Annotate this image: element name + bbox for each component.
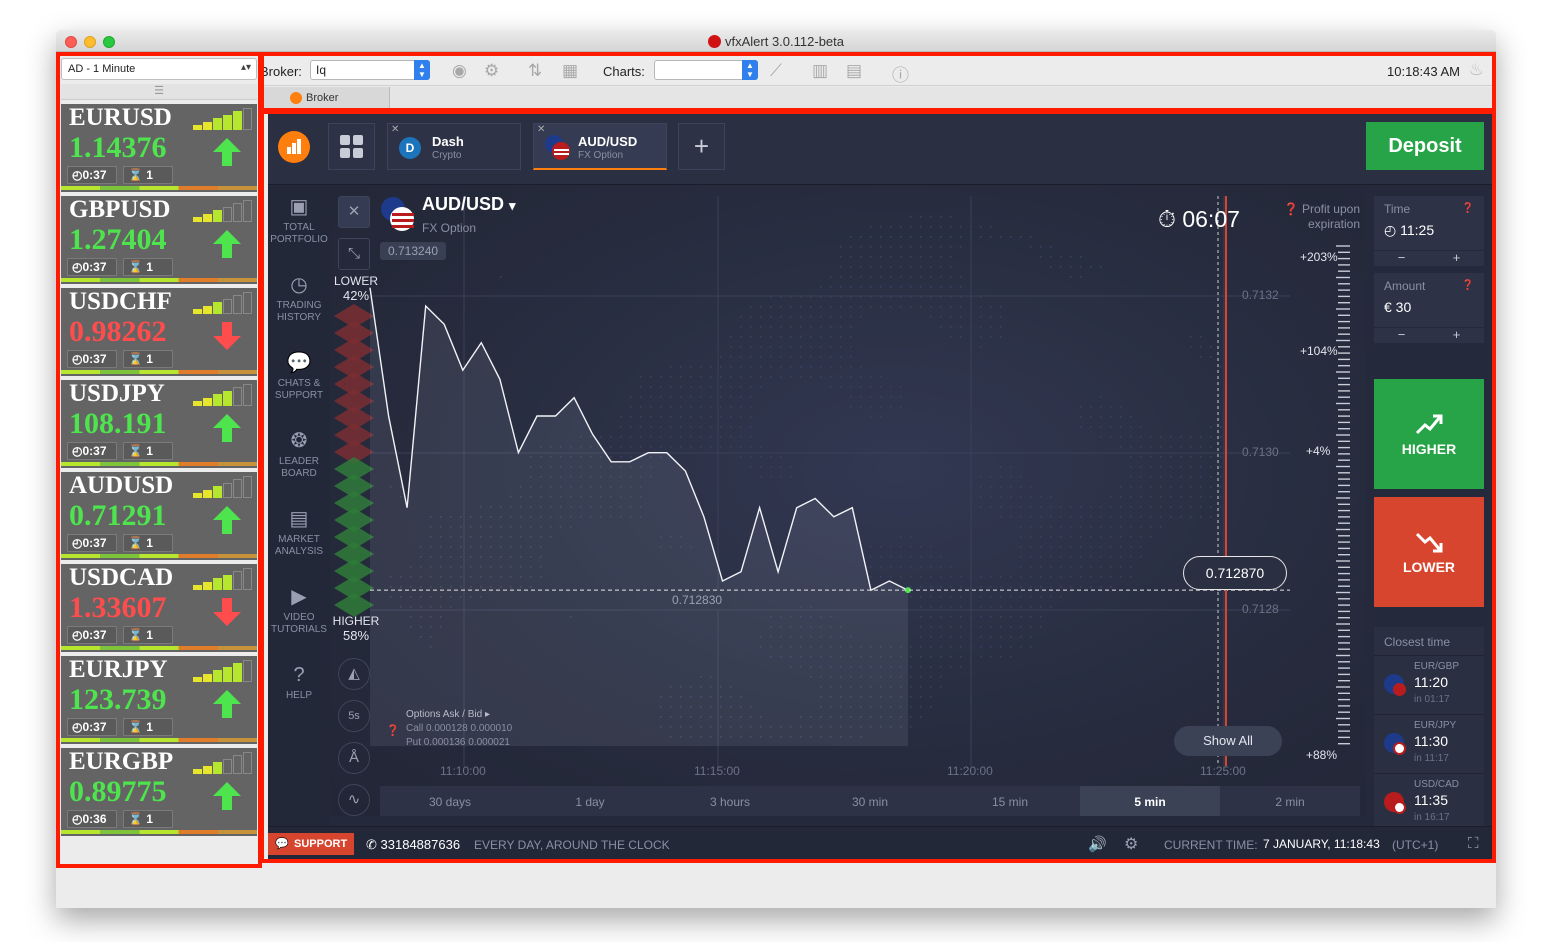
highlight-toolbar xyxy=(260,52,1496,112)
app-window: vfxAlert 3.0.112-beta AD - 1 Minute ▴▾ ☰… xyxy=(56,30,1496,908)
window-title-text: vfxAlert 3.0.112-beta xyxy=(725,34,844,49)
highlight-rail xyxy=(56,52,262,868)
highlight-app xyxy=(260,110,1496,863)
app-logo-icon xyxy=(708,35,721,48)
window-title: vfxAlert 3.0.112-beta xyxy=(56,34,1496,49)
title-bar: vfxAlert 3.0.112-beta xyxy=(56,30,1496,52)
